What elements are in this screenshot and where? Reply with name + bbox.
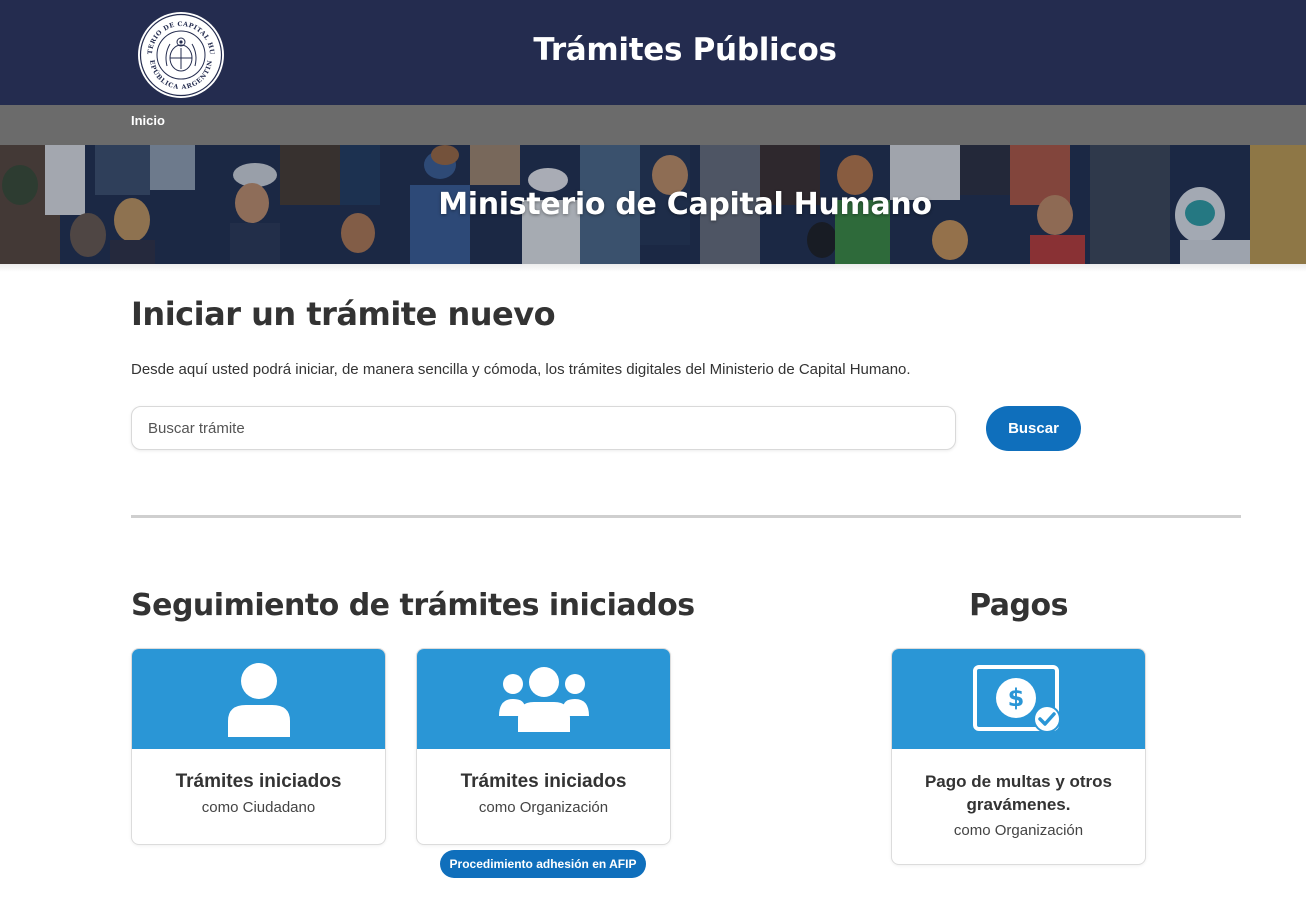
group-icon — [498, 667, 589, 732]
search-input[interactable] — [131, 406, 956, 450]
card-header — [417, 649, 670, 749]
organization-procedures-card[interactable]: Trámites iniciados como Organización — [416, 648, 671, 845]
card-subtitle: como Organización — [953, 822, 1084, 839]
section-divider — [131, 515, 1241, 518]
card-header: $ — [892, 649, 1145, 749]
start-procedure-description: Desde aquí usted podrá iniciar, de maner… — [131, 361, 911, 378]
nav-bar — [0, 105, 1306, 145]
fines-payment-card[interactable]: $ Pago de multas y otros gravámenes. com… — [891, 648, 1146, 865]
afip-adhesion-button[interactable]: Procedimiento adhesión en AFIP — [440, 850, 646, 878]
card-subtitle: como Organización — [478, 799, 609, 816]
nav-home-link[interactable]: Inicio — [131, 108, 165, 134]
card-body: Pago de multas y otros gravámenes. como … — [892, 749, 1145, 839]
svg-text:$: $ — [1007, 684, 1024, 712]
card-body: Trámites iniciados como Ciudadano — [132, 749, 385, 816]
card-title: Pago de multas y otros gravámenes. — [924, 772, 1113, 814]
card-title: Trámites iniciados — [175, 771, 342, 792]
card-header — [132, 649, 385, 749]
payments-title: Pagos — [969, 588, 1068, 623]
card-title: Trámites iniciados — [460, 771, 627, 792]
user-icon — [227, 663, 290, 737]
card-subtitle: como Ciudadano — [201, 799, 316, 816]
citizen-procedures-card[interactable]: Trámites iniciados como Ciudadano — [131, 648, 386, 845]
search-button[interactable]: Buscar — [986, 406, 1081, 451]
start-procedure-title: Iniciar un trámite nuevo — [131, 295, 556, 333]
card-body: Trámites iniciados como Organización — [417, 749, 670, 816]
banner-title: Ministerio de Capital Humano — [438, 186, 932, 222]
site-title: Trámites Públicos — [533, 32, 837, 68]
banner-shadow — [0, 264, 1306, 272]
tracking-title: Seguimiento de trámites iniciados — [131, 588, 695, 623]
payment-check-icon: $ — [972, 665, 1061, 733]
